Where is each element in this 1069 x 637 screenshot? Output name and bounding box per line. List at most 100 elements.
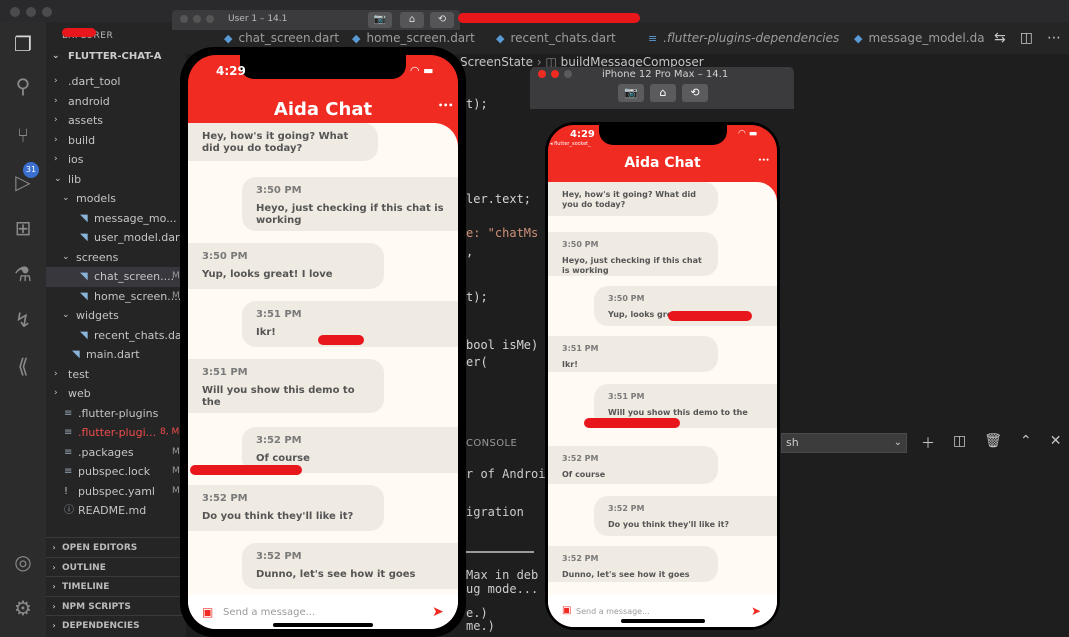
remote-explorer-icon[interactable]: ↯ <box>11 308 35 332</box>
tree-item[interactable]: ◥ home_screen.... M <box>46 287 186 307</box>
tree-item-label: models <box>76 192 116 205</box>
code-line[interactable]: ler.text; <box>466 192 531 206</box>
tree-item[interactable]: › assets <box>46 111 186 131</box>
extensions-icon[interactable]: ⊞ <box>11 216 35 240</box>
close-icon[interactable]: ✕ <box>1050 433 1062 453</box>
tree-item[interactable]: ◥ message_mo... <box>46 209 186 229</box>
tab-recent-chats[interactable]: ◆ recent_chats.dart <box>496 22 616 54</box>
send-icon[interactable]: ➤ <box>751 604 761 618</box>
home-button[interactable]: ⌂ <box>400 12 424 28</box>
trash-icon[interactable]: 🗑 <box>984 433 1002 453</box>
send-icon[interactable]: ➤ <box>432 604 444 620</box>
tab-message-model[interactable]: ◆ message_model.da <box>854 22 985 54</box>
message-bubble[interactable]: 3:50 PM Yup, looks great! I love <box>188 243 384 289</box>
tab-flutter-plugins-deps[interactable]: ≡ .flutter-plugins-dependencies <box>648 22 839 54</box>
rotate-button[interactable]: ⟲ <box>682 84 708 102</box>
tree-item-label: assets <box>68 114 104 127</box>
settings-gear-icon[interactable]: ⚙ <box>11 596 35 620</box>
photo-icon[interactable]: ▣ <box>202 605 213 619</box>
terminal-select[interactable]: sh ⌄ <box>781 433 907 453</box>
tree-item[interactable]: ◥ main.dart <box>46 345 186 365</box>
tree-item[interactable]: ⌄ screens <box>46 248 186 268</box>
message-bubble[interactable]: 3:50 PM Heyo, just checking if this chat … <box>242 177 458 231</box>
message-input[interactable]: Send a message... <box>223 607 315 618</box>
message-text: Of course <box>562 470 606 479</box>
tree-item[interactable]: ◥ chat_screen.... M <box>46 267 186 287</box>
tree-item[interactable]: › build <box>46 131 186 151</box>
tree-item-label: build <box>68 133 96 147</box>
redaction-mark <box>458 13 640 23</box>
split-terminal-icon[interactable]: ◫ <box>953 433 966 453</box>
code-line[interactable]: , <box>466 245 473 259</box>
sidebar-panel-header[interactable]: › TIMELINE <box>46 576 186 596</box>
tab-debug-console[interactable]: CONSOLE <box>466 438 517 449</box>
tree-item[interactable]: ⓘ README.md <box>46 501 186 521</box>
more-actions-icon[interactable]: ⋯ <box>1047 30 1061 46</box>
message-bubble[interactable]: Hey, how's it going? What did you do tod… <box>548 182 718 216</box>
wifi-battery-icon: ◠ ▬ <box>738 129 758 139</box>
message-bubble[interactable]: 3:52 PM Dunno, let's see how it goes <box>242 543 458 589</box>
message-bubble[interactable]: Hey, how's it going? What did you do tod… <box>188 123 378 161</box>
sidebar-panel-header[interactable]: › OPEN EDITORS <box>46 537 186 557</box>
tree-item[interactable]: › test <box>46 365 186 385</box>
screenshot-button[interactable]: 📷 <box>368 12 392 28</box>
code-line[interactable]: t); <box>466 290 488 304</box>
tree-item[interactable]: ≡ pubspec.lock M <box>46 462 186 482</box>
screenshot-button[interactable]: 📷 <box>618 84 644 102</box>
home-button[interactable]: ⌂ <box>650 84 676 102</box>
window-controls[interactable] <box>10 7 52 17</box>
status-back-app[interactable]: ◂ flutter_socket_ <box>550 141 591 147</box>
code-line[interactable]: er( <box>466 355 488 369</box>
tree-item[interactable]: ⌄ lib <box>46 170 186 190</box>
code-line[interactable]: t); <box>466 97 488 111</box>
code-line[interactable]: bool isMe) <box>466 338 538 352</box>
tree-item[interactable]: › web <box>46 384 186 404</box>
tree-item[interactable]: ≡ .flutter-plugins <box>46 404 186 424</box>
tree-item[interactable]: › ios <box>46 150 186 170</box>
tree-item[interactable]: ◥ recent_chats.dart <box>46 326 186 346</box>
photo-icon[interactable]: ▣ <box>562 605 571 616</box>
tree-item[interactable]: › android <box>46 92 186 112</box>
plus-icon[interactable]: ＋ <box>921 433 935 453</box>
tree-item[interactable]: ⌄ widgets <box>46 306 186 326</box>
message-bubble[interactable]: 3:51 PM Will you show this demo to the <box>188 359 384 413</box>
testing-icon[interactable]: ⚗ <box>11 262 35 286</box>
tree-item[interactable]: ≡ .packages M <box>46 443 186 463</box>
tree-item[interactable]: ! pubspec.yaml M <box>46 482 186 502</box>
tree-item[interactable]: › .dart_tool <box>46 72 186 92</box>
message-bubble[interactable]: 3:50 PM Heyo, just checking if this chat … <box>548 232 718 276</box>
message-bubble[interactable]: 3:52 PM Of course <box>548 446 718 484</box>
rotate-button[interactable]: ⟲ <box>430 12 454 28</box>
message-bubble[interactable]: 3:52 PM Do you think they'll like it? <box>188 485 384 531</box>
account-icon[interactable]: ◎ <box>11 550 35 574</box>
breadcrumb-class[interactable]: ScreenState <box>460 55 533 69</box>
tree-item[interactable]: ⌄ models <box>46 189 186 209</box>
flutter-icon[interactable]: ⟪ <box>11 354 35 378</box>
more-options-icon[interactable]: ••• <box>438 101 453 110</box>
tree-item[interactable]: ≡ .flutter-plugi... 8, M <box>46 423 186 443</box>
explorer-icon[interactable]: ❐ <box>11 32 35 56</box>
tree-item-label: pubspec.lock <box>78 465 151 478</box>
code-line[interactable]: e: "chatMs <box>466 226 538 240</box>
sidebar-panel-header[interactable]: › DEPENDENCIES <box>46 615 186 635</box>
split-editor-icon[interactable]: ◫ <box>1020 30 1033 46</box>
chat-title: Aida Chat <box>273 99 373 120</box>
sidebar-panel-header[interactable]: › OUTLINE <box>46 556 186 577</box>
message-bubble[interactable]: 3:52 PM Dunno, let's see how it goes <box>548 546 718 582</box>
window-controls[interactable] <box>180 15 214 23</box>
redaction-mark <box>318 335 364 345</box>
compare-icon[interactable]: ⇆ <box>994 30 1006 46</box>
simulator-window-controls[interactable] <box>538 70 572 78</box>
message-bubble[interactable]: 3:52 PM Do you think they'll like it? <box>594 496 777 536</box>
sidebar-panel-header[interactable]: › NPM SCRIPTS <box>46 595 186 616</box>
tree-item[interactable]: ◥ user_model.dart <box>46 228 186 248</box>
message-bubble[interactable]: 3:51 PM Ikr! <box>548 336 718 372</box>
run-debug-icon[interactable]: ▷ <box>11 170 35 194</box>
more-options-icon[interactable]: ••• <box>758 157 770 164</box>
search-icon[interactable]: ⚲ <box>11 74 35 98</box>
message-input[interactable]: Send a message... <box>576 607 650 616</box>
message-text: Of course <box>256 453 310 464</box>
source-control-icon[interactable]: ⑂ <box>11 123 35 147</box>
chevron-up-icon[interactable]: ⌃ <box>1020 433 1032 453</box>
chevron-right-icon: › <box>54 368 58 379</box>
